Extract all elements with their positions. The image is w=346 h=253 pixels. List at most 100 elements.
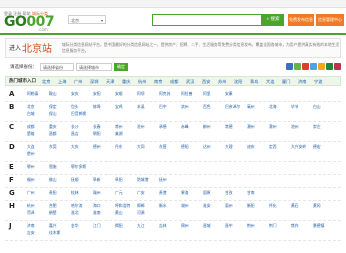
search-input[interactable] [152,14,262,26]
city-link[interactable]: 阿坝 [137,91,145,97]
hot-city-link[interactable]: 厦门 [282,79,290,85]
city-link[interactable]: 贵阳 [49,190,57,196]
city-link[interactable]: 荆门 [269,223,277,229]
city-link[interactable]: 安顺 [115,91,123,97]
hot-city-link[interactable]: 大连 [266,79,274,85]
hot-city-link[interactable]: 成都 [170,79,178,85]
share-icon[interactable] [318,63,325,70]
city-link[interactable]: 鄂州 [27,164,35,170]
share-icon[interactable] [310,63,317,70]
city-link[interactable]: 海口 [93,203,101,209]
manage-center-button[interactable]: 信息管理中心 [316,14,344,26]
city-link[interactable]: 蚌埠 [93,104,101,110]
city-link[interactable]: 佛山 [49,177,57,183]
city-link[interactable]: 黄冈 [313,203,321,209]
city-link[interactable]: 白城 [27,111,35,117]
city-link[interactable]: 大兴安岭 [291,144,306,150]
city-link[interactable]: 北海 [269,104,277,110]
city-link[interactable]: 合肥 [49,203,57,209]
city-link[interactable]: 池州 [291,124,299,130]
city-link[interactable]: 惠州 [225,203,233,209]
city-link[interactable]: 恩施 [49,164,57,170]
city-link[interactable]: 淮南 [93,210,101,216]
hot-city-link[interactable]: 沈阳 [234,79,242,85]
city-link[interactable]: 邯郸 [137,203,145,209]
city-link[interactable]: 白山 [313,104,321,110]
city-link[interactable]: 沧州 [137,124,145,130]
city-link[interactable]: 佳木斯 [49,230,60,236]
share-icon[interactable] [294,63,301,70]
city-link[interactable]: 揭阳 [115,223,123,229]
city-link[interactable]: 阿里 [203,91,211,97]
city-link[interactable]: 安康 [225,91,233,97]
post-free-button[interactable]: 免费发布信息 [288,14,314,26]
city-link[interactable]: 儋州 [27,151,35,157]
city-link[interactable]: 东莞 [49,144,57,150]
search-button[interactable]: ⌕ 搜索 [262,14,284,26]
city-name[interactable]: 北京站 [22,40,52,55]
city-link[interactable]: 楚雄 [27,131,35,137]
city-link[interactable]: 呼和浩特 [115,203,130,209]
city-link[interactable]: 北京 [27,104,35,110]
city-link[interactable]: 九江 [137,223,145,229]
city-link[interactable]: 巴彦淖尔 [225,104,240,110]
city-link[interactable]: 本溪 [137,104,145,110]
city-link[interactable]: 常州 [115,124,123,130]
city-link[interactable]: 淮安 [203,203,211,209]
city-link[interactable]: 成都 [27,124,35,130]
city-link[interactable]: 哈尔滨 [71,203,82,209]
city-link[interactable]: 济南 [27,223,35,229]
city-link[interactable]: 郴州 [203,124,211,130]
city-link[interactable]: 阿克苏 [159,91,170,97]
city-link[interactable]: 德阳 [181,144,189,150]
city-link[interactable]: 德州 [93,144,101,150]
city-link[interactable]: 菏泽 [27,210,35,216]
city-link[interactable]: 晋城 [203,223,211,229]
city-link[interactable]: 甘南 [247,190,255,196]
city-link[interactable]: 广安 [137,190,145,196]
city-link[interactable]: 抚顺 [71,177,79,183]
city-link[interactable]: 滨州 [181,104,189,110]
hot-city-link[interactable]: 西安 [202,79,210,85]
hot-city-link[interactable]: 宁波 [314,79,322,85]
city-link[interactable]: 崇左 [313,124,321,130]
city-link[interactable]: 衡水 [159,203,167,209]
city-link[interactable]: 阜阳 [115,177,123,183]
city-link[interactable]: 湖州 [181,203,189,209]
city-link[interactable]: 防城港 [137,177,148,183]
city-link[interactable]: 广元 [115,190,123,196]
city-link[interactable]: 杭州 [27,203,35,209]
city-select-dropdown[interactable]: 请选择城市 [76,63,112,71]
hot-city-link[interactable]: 苏州 [218,79,226,85]
share-icon[interactable] [334,63,341,70]
city-select[interactable]: 北京 ▾ [68,15,106,24]
city-link[interactable]: 嘉兴 [49,223,57,229]
city-link[interactable]: 巢湖 [115,131,123,137]
city-link[interactable]: 大连 [27,144,35,150]
city-link[interactable]: 景德镇 [313,223,324,229]
hot-city-link[interactable]: 武汉 [186,79,194,85]
hot-city-link[interactable]: 重庆 [122,79,130,85]
hot-city-link[interactable]: 深圳 [90,79,98,85]
city-link[interactable]: 荆州 [247,223,255,229]
hot-city-link[interactable]: 南京 [154,79,162,85]
city-link[interactable]: 淮北 [71,210,79,216]
share-icon[interactable] [286,63,293,70]
hot-city-link[interactable]: 北京 [42,79,50,85]
city-link[interactable]: 晋中 [225,223,233,229]
city-link[interactable]: 阿拉善 [181,91,192,97]
city-link[interactable]: 怀化 [269,203,277,209]
city-link[interactable]: 巴音郭楞 [71,111,86,117]
city-link[interactable]: 定西 [269,144,277,150]
city-link[interactable]: 巴中 [159,104,167,110]
city-link[interactable]: 昌吉 [71,131,79,137]
city-link[interactable]: 鄂尔多斯 [71,164,86,170]
hot-city-link[interactable]: 杭州 [138,79,146,85]
city-link[interactable]: 安庆 [71,91,79,97]
city-link[interactable]: 潮州 [247,124,255,130]
city-link[interactable]: 阜新 [93,177,101,183]
city-link[interactable]: 桂林 [71,190,79,196]
hot-city-link[interactable]: 上海 [58,79,66,85]
city-link[interactable]: 重庆 [49,124,57,130]
city-link[interactable]: 宝鸡 [115,104,123,110]
